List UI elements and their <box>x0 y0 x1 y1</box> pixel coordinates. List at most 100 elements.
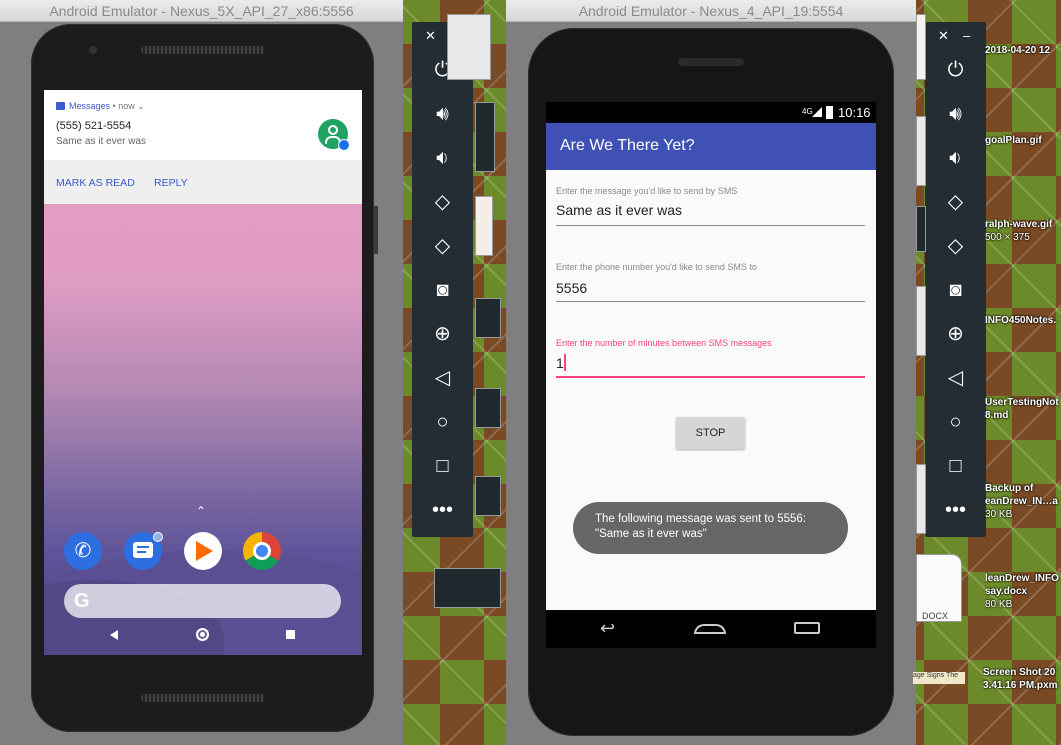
volume-up-icon[interactable]: 🔊︎ <box>412 102 473 126</box>
message-field-label: Enter the message you'd like to send by … <box>556 186 738 196</box>
desktop-file-label[interactable]: goalPlan.gif <box>985 134 1061 147</box>
phone-field-label: Enter the phone number you'd like to sen… <box>556 262 757 272</box>
right-window-titlebar[interactable]: Android Emulator - Nexus_4_API_19:5554 <box>506 0 916 22</box>
left-emulator-window: Android Emulator - Nexus_5X_API_27_x86:5… <box>0 0 403 745</box>
minutes-field-label: Enter the number of minutes between SMS … <box>556 338 772 348</box>
notification-header: Messages • now ⌄ <box>56 101 145 112</box>
google-search-bar[interactable]: G <box>64 584 341 618</box>
rotate-left-icon[interactable]: ◇ <box>412 190 473 214</box>
more-icon[interactable]: ••• <box>412 498 473 522</box>
rotate-right-icon[interactable]: ◇ <box>412 234 473 258</box>
notification-card[interactable]: Messages • now ⌄ (555) 521-5554 Same as … <box>44 90 362 204</box>
left-window-title: Android Emulator - Nexus_5X_API_27_x86:5… <box>49 3 354 19</box>
reply-button[interactable]: REPLY <box>154 177 188 189</box>
battery-icon <box>826 106 833 119</box>
messages-small-icon <box>56 102 65 110</box>
chrome-icon[interactable] <box>243 532 281 570</box>
close-icon[interactable]: ✕ <box>938 28 949 44</box>
app-drawer-arrow-icon[interactable]: ⌃ <box>196 504 206 518</box>
left-phone-body: Messages • now ⌄ (555) 521-5554 Same as … <box>31 24 374 732</box>
overview-icon[interactable]: □ <box>925 454 986 478</box>
notification-time: now <box>118 101 135 111</box>
recents-icon[interactable] <box>286 630 295 639</box>
volume-up-icon[interactable]: 🔊︎ <box>925 102 986 126</box>
notification-text: Same as it ever was <box>56 136 147 147</box>
desktop-file-thumbnail[interactable] <box>916 464 926 534</box>
desktop-file-label[interactable]: 2018-04-20 12 <box>985 44 1061 57</box>
rotate-right-icon[interactable]: ◇ <box>925 234 986 258</box>
desktop-file-label[interactable]: leanDrew_INFO say.docx 80 KB <box>985 572 1061 611</box>
camera-icon[interactable]: ◙ <box>412 278 473 302</box>
message-field[interactable]: Same as it ever was <box>556 202 865 226</box>
overview-icon[interactable]: □ <box>412 454 473 478</box>
left-screen: Messages • now ⌄ (555) 521-5554 Same as … <box>44 90 362 655</box>
desktop-file-thumbnail[interactable] <box>916 14 926 80</box>
play-music-icon[interactable] <box>184 532 222 570</box>
desktop-file-thumbnail[interactable] <box>475 476 501 516</box>
rotate-left-icon[interactable]: ◇ <box>925 190 986 214</box>
notification-actions: MARK AS READ REPLY <box>44 160 362 204</box>
notification-sender: (555) 521-5554 <box>56 120 132 132</box>
volume-down-icon[interactable]: 🔉︎ <box>412 146 473 170</box>
docx-badge: DOCX <box>922 611 949 621</box>
left-window-titlebar[interactable]: Android Emulator - Nexus_5X_API_27_x86:5… <box>0 0 403 22</box>
home-icon[interactable] <box>196 628 209 641</box>
desktop-file-label[interactable]: UserTestingNot 8.md <box>985 396 1061 422</box>
back-icon[interactable] <box>110 630 118 640</box>
zoom-icon[interactable]: ⊕ <box>412 322 473 346</box>
status-time: 10:16 <box>838 105 871 120</box>
desktop-file-thumbnail[interactable] <box>475 388 501 428</box>
desktop-file-label[interactable]: Screen Shot 20 3.41.16 PM.pxm <box>983 666 1061 692</box>
desktop-file-thumbnail[interactable] <box>475 196 493 256</box>
right-emulator-toolbar: ✕ – ⏻ 🔊︎ 🔉︎ ◇ ◇ ◙ ⊕ ◁ ○ □ ••• <box>925 22 986 537</box>
message-field-value: Same as it ever was <box>556 202 683 218</box>
expand-chevron-icon[interactable]: ⌄ <box>135 101 145 111</box>
mark-as-read-button[interactable]: MARK AS READ <box>56 177 135 189</box>
left-bottom-grille <box>141 694 265 702</box>
desktop-file-label[interactable]: Backup of eanDrew_IN…a 30 KB <box>985 482 1061 521</box>
home-icon[interactable]: ○ <box>412 410 473 434</box>
zoom-icon[interactable]: ⊕ <box>925 322 986 346</box>
desktop-file-thumbnail[interactable] <box>434 568 501 608</box>
desktop-file-thumbnail[interactable] <box>916 286 926 356</box>
minutes-field-value: 1 <box>556 355 564 371</box>
desktop-file-thumbnail[interactable] <box>916 116 926 186</box>
back-icon[interactable]: ◁ <box>925 366 986 390</box>
status-bar: 4G 10:16 <box>546 102 876 123</box>
right-speaker-grille <box>678 58 744 66</box>
phone-icon[interactable]: ✆ <box>64 532 102 570</box>
toast-message: The following message was sent to 5556: … <box>573 502 848 554</box>
desktop-docx-icon[interactable]: DOCX <box>916 554 962 622</box>
back-icon[interactable]: ◁ <box>412 366 473 390</box>
left-speaker-grille <box>141 46 265 54</box>
recents-icon[interactable] <box>794 622 820 634</box>
phone-field[interactable]: 5556 <box>556 280 865 302</box>
desktop-file-thumbnail[interactable] <box>916 206 926 252</box>
toast-line-2: "Same as it ever was" <box>595 528 707 540</box>
desktop-file-thumbnail[interactable] <box>475 102 495 172</box>
left-side-button[interactable] <box>374 206 378 254</box>
desktop-file-label[interactable]: INFO450Notes. <box>985 314 1061 327</box>
right-nav-bar: ↩ <box>546 610 876 648</box>
desktop-file-thumbnail[interactable] <box>447 14 491 80</box>
right-window-title: Android Emulator - Nexus_4_API_19:5554 <box>578 3 844 19</box>
back-icon[interactable]: ↩ <box>600 618 615 639</box>
messages-icon[interactable] <box>124 532 163 570</box>
desktop-clipping[interactable]: age Signs The <box>913 672 965 684</box>
stop-button[interactable]: STOP <box>676 417 745 449</box>
minimize-icon[interactable]: – <box>963 28 970 43</box>
left-front-camera <box>89 46 97 54</box>
power-icon[interactable]: ⏻ <box>925 58 986 82</box>
home-icon[interactable] <box>694 624 726 634</box>
close-icon[interactable]: ✕ <box>425 28 436 44</box>
left-emulator-toolbar: ✕ – ⏻ 🔊︎ 🔉︎ ◇ ◇ ◙ ⊕ ◁ ○ □ ••• <box>412 22 473 537</box>
stop-button-label: STOP <box>695 427 726 439</box>
more-icon[interactable]: ••• <box>925 498 986 522</box>
camera-icon[interactable]: ◙ <box>925 278 986 302</box>
desktop-file-thumbnail[interactable] <box>475 298 501 338</box>
minutes-field[interactable]: 1 <box>556 354 865 378</box>
desktop-file-label[interactable]: ralph-wave.gif 500 × 375 <box>985 218 1061 244</box>
google-g-icon: G <box>74 590 90 612</box>
home-icon[interactable]: ○ <box>925 410 986 434</box>
volume-down-icon[interactable]: 🔉︎ <box>925 146 986 170</box>
